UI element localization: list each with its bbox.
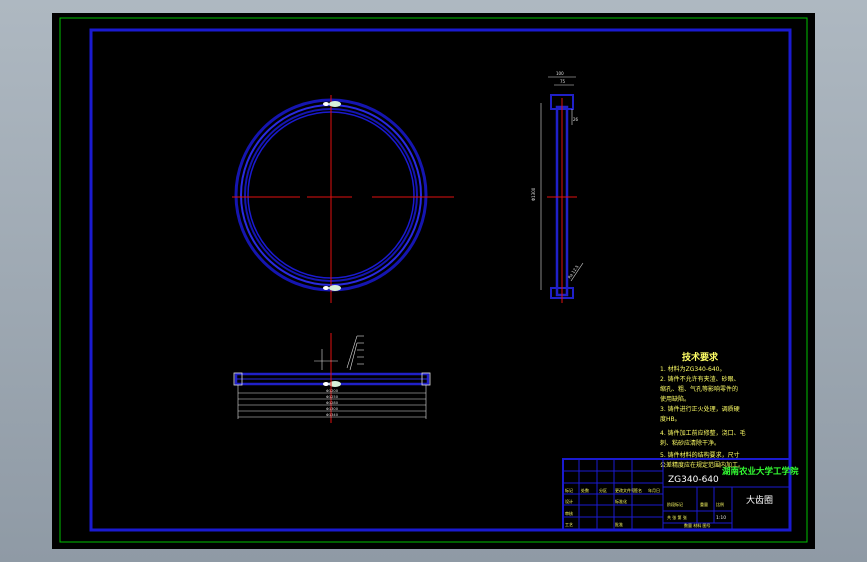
tech-req-line: 使用缺陷。 bbox=[660, 395, 690, 403]
title-material: ZG340-640 bbox=[668, 475, 719, 485]
tech-req-line: 1. 材料为ZG340-640。 bbox=[660, 365, 725, 373]
dim-bottom-1: Φ1200 bbox=[326, 389, 339, 393]
title-cell: 重量 bbox=[700, 501, 708, 507]
title-cell: 签名 bbox=[634, 487, 642, 493]
title-cell: 更改文件号 bbox=[615, 487, 635, 493]
dim-side-height: Φ1300 bbox=[531, 187, 536, 201]
dim-side-right: 26 bbox=[573, 117, 579, 122]
dim-bottom-3: Φ1280 bbox=[326, 401, 339, 405]
dim-bottom-5: Φ1340 bbox=[326, 413, 339, 417]
tech-req-line: 3. 铸件进行正火处理，调质硬 bbox=[660, 405, 740, 413]
tech-req-line: 5. 铸件材料的结构要求，尺寸 bbox=[660, 451, 740, 459]
title-cell: 阶段标记 bbox=[667, 501, 683, 507]
title-cell: 分区 bbox=[599, 487, 607, 493]
dim-bottom-4: Φ1300 bbox=[326, 407, 339, 411]
title-cell: 工艺 bbox=[565, 522, 573, 527]
title-cell: 标准化 bbox=[615, 498, 627, 504]
title-cell: 共 张 第 张 bbox=[667, 514, 687, 520]
title-footer: 数量 材料 图号 bbox=[684, 522, 711, 528]
dim-side-top-1: 100 bbox=[556, 71, 564, 76]
title-scale: 1:10 bbox=[716, 515, 726, 521]
cad-drawing: 100 75 26 Φ1300 Ra 12.5 Φ1200 Φ1250 Φ128… bbox=[59, 17, 808, 543]
title-drawing-name: 大齿圈 bbox=[746, 494, 773, 506]
tech-req-line: 4. 铸件加工前应修整，浇口、毛 bbox=[660, 429, 746, 437]
drawing-canvas[interactable]: 100 75 26 Φ1300 Ra 12.5 Φ1200 Φ1250 Φ128… bbox=[52, 13, 815, 549]
title-cell: 处数 bbox=[581, 487, 589, 493]
title-cell: 设计 bbox=[565, 498, 573, 504]
tech-req-heading: 技术要求 bbox=[682, 351, 719, 363]
tech-req-line: 度HB。 bbox=[660, 415, 681, 423]
tech-req-line: 2. 铸件不允许有夹渣、砂眼、 bbox=[660, 375, 740, 383]
title-cell: 批准 bbox=[615, 521, 623, 527]
title-school: 湖南农业大学工学院 bbox=[722, 466, 799, 477]
dim-bottom-2: Φ1250 bbox=[326, 395, 339, 399]
technical-requirements: 技术要求 1. 材料为ZG340-640。 2. 铸件不允许有夹渣、砂眼、 缩孔… bbox=[660, 351, 746, 469]
title-cell: 比例 bbox=[716, 501, 724, 507]
title-cell: 标记 bbox=[565, 487, 573, 493]
title-cell: 审核 bbox=[565, 510, 573, 516]
dim-side-top-2: 75 bbox=[560, 79, 566, 84]
title-cell: 年月日 bbox=[648, 487, 660, 493]
tech-req-line: 缩孔、粗、气孔等影响零件的 bbox=[660, 385, 738, 393]
front-view-ring[interactable] bbox=[232, 95, 454, 303]
tech-req-line: 刺、粘砂应清除干净。 bbox=[660, 439, 720, 447]
